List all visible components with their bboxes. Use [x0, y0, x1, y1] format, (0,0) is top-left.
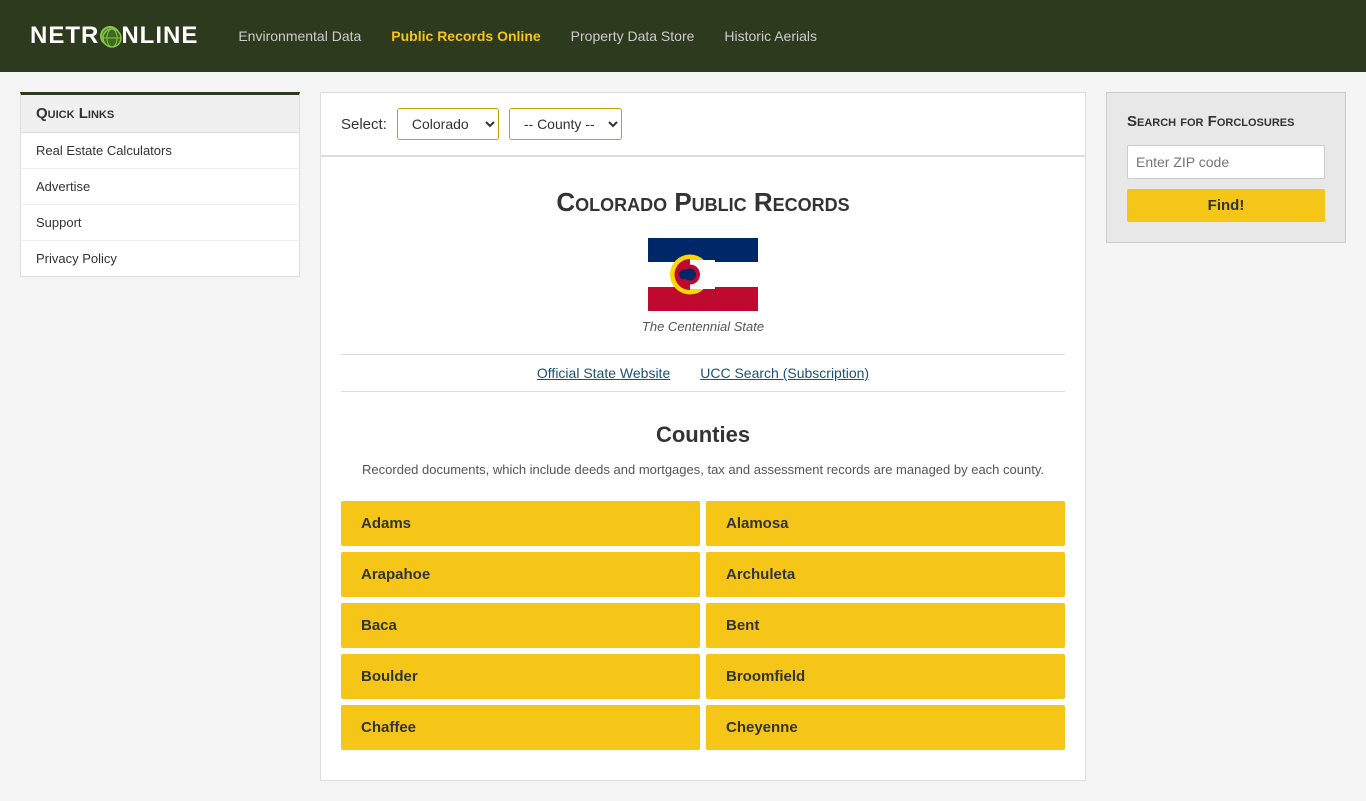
find-button[interactable]: Find!: [1127, 189, 1325, 222]
county-btn-alamosa[interactable]: Alamosa: [706, 501, 1065, 546]
counties-title: Counties: [341, 422, 1065, 448]
sidebar-advertise[interactable]: Advertise: [21, 169, 299, 205]
site-logo[interactable]: NETR NLINE: [30, 22, 198, 50]
ucc-search-link[interactable]: UCC Search (Subscription): [700, 365, 869, 381]
county-btn-adams[interactable]: Adams: [341, 501, 700, 546]
county-btn-chaffee[interactable]: Chaffee: [341, 705, 700, 750]
counties-description: Recorded documents, which include deeds …: [341, 460, 1065, 481]
county-btn-broomfield[interactable]: Broomfield: [706, 654, 1065, 699]
county-btn-bent[interactable]: Bent: [706, 603, 1065, 648]
state-select[interactable]: Colorado Alabama Alaska Arizona Arkansas…: [397, 108, 499, 140]
county-btn-boulder[interactable]: Boulder: [341, 654, 700, 699]
content-area: Select: Colorado Alabama Alaska Arizona …: [320, 92, 1086, 781]
site-header: NETR NLINE Environmental Data Public Rec…: [0, 0, 1366, 72]
counties-grid: AdamsAlamosaArapahoeArchuletaBacaBentBou…: [341, 501, 1065, 750]
county-btn-arapahoe[interactable]: Arapahoe: [341, 552, 700, 597]
quick-links-box: Quick Links Real Estate Calculators Adve…: [20, 92, 300, 277]
state-caption: The Centennial State: [341, 319, 1065, 334]
main-nav: Environmental Data Public Records Online…: [238, 28, 817, 44]
right-sidebar: Search for Forclosures Find!: [1106, 92, 1346, 781]
main-layout: Quick Links Real Estate Calculators Adve…: [0, 72, 1366, 801]
nav-environmental[interactable]: Environmental Data: [238, 28, 361, 44]
state-links: Official State Website UCC Search (Subsc…: [341, 354, 1065, 392]
sidebar-support[interactable]: Support: [21, 205, 299, 241]
page-title: Colorado Public Records: [341, 187, 1065, 218]
zip-input[interactable]: [1127, 145, 1325, 179]
logo-area: NETR NLINE: [30, 22, 198, 50]
county-btn-archuleta[interactable]: Archuleta: [706, 552, 1065, 597]
county-btn-baca[interactable]: Baca: [341, 603, 700, 648]
sidebar-privacy[interactable]: Privacy Policy: [21, 241, 299, 276]
logo-globe-icon: [100, 26, 120, 46]
foreclosure-box: Search for Forclosures Find!: [1106, 92, 1346, 243]
county-select[interactable]: -- County --: [509, 108, 622, 140]
logo-text-part2: NLINE: [121, 22, 198, 50]
sidebar: Quick Links Real Estate Calculators Adve…: [20, 92, 300, 781]
quick-links-title: Quick Links: [21, 95, 299, 133]
county-btn-cheyenne[interactable]: Cheyenne: [706, 705, 1065, 750]
nav-public-records[interactable]: Public Records Online: [391, 28, 540, 44]
main-panel: Colorado Public Records: [320, 156, 1086, 781]
nav-historic-aerials[interactable]: Historic Aerials: [724, 28, 817, 44]
select-bar: Select: Colorado Alabama Alaska Arizona …: [320, 92, 1086, 156]
sidebar-calculators[interactable]: Real Estate Calculators: [21, 133, 299, 169]
select-label: Select:: [341, 116, 387, 133]
nav-property-data[interactable]: Property Data Store: [571, 28, 695, 44]
state-flag: [341, 238, 1065, 311]
official-state-link[interactable]: Official State Website: [537, 365, 670, 381]
logo-text-part1: NETR: [30, 22, 99, 50]
foreclosure-title: Search for Forclosures: [1127, 113, 1325, 130]
